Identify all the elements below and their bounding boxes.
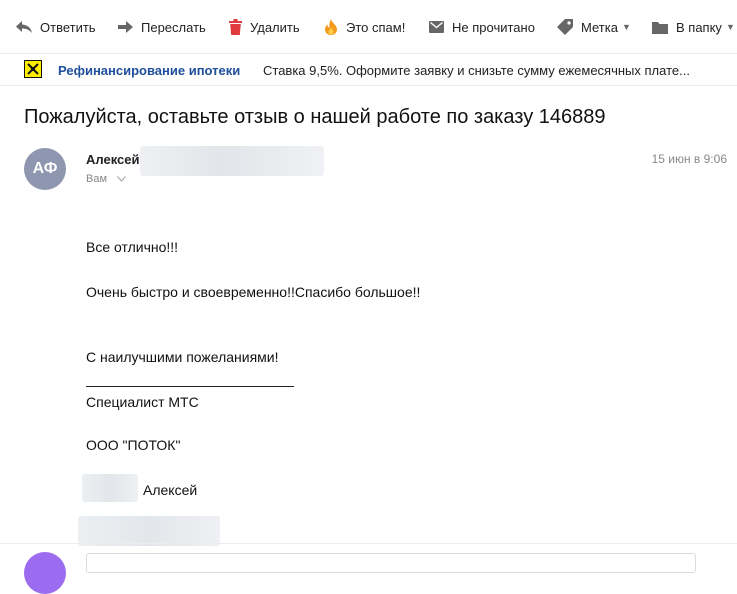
redacted-text: [82, 474, 138, 502]
message-date: 15 июн в 9:06: [651, 152, 727, 166]
avatar-initials: АФ: [32, 160, 58, 177]
message-toolbar: Ответить Переслать Удалить Это спам! Не …: [0, 0, 737, 54]
chevron-down-icon: ▼: [725, 22, 735, 32]
bank-logo-icon: [24, 60, 42, 78]
body-line: С наилучшими пожеланиями!: [86, 349, 279, 365]
divider: [0, 543, 737, 544]
body-line: ООО "ПОТОК": [86, 437, 181, 453]
ad-banner[interactable]: Рефинансирование ипотеки Ставка 9,5%. Оф…: [0, 55, 737, 86]
reply-icon: [16, 21, 32, 33]
body-line: Очень быстро и своевременно!!Спасибо бол…: [86, 284, 421, 300]
quick-reply-input[interactable]: [86, 553, 696, 573]
redacted-sender-email: [140, 146, 324, 176]
spam-button[interactable]: Это спам!: [324, 18, 405, 36]
reply-label: Ответить: [40, 19, 96, 35]
recipient-line[interactable]: Вам: [86, 173, 126, 185]
body-line: Все отлично!!!: [86, 239, 179, 255]
folder-icon: [652, 21, 668, 34]
message-subject: Пожалуйста, оставьте отзыв о нашей работ…: [24, 106, 606, 128]
delete-button[interactable]: Удалить: [229, 18, 300, 36]
signature-divider: [86, 386, 294, 387]
recipient-label: Вам: [86, 173, 108, 185]
spam-label: Это спам!: [346, 19, 406, 35]
sender-avatar[interactable]: АФ: [24, 148, 66, 190]
body-line: Алексей: [143, 482, 198, 498]
folder-label: В папку: [676, 19, 722, 35]
move-to-folder-dropdown[interactable]: В папку ▼: [652, 18, 735, 36]
ad-title[interactable]: Рефинансирование ипотеки: [58, 63, 240, 78]
body-line: Специалист МТС: [86, 394, 199, 410]
sender-name[interactable]: Алексей: [86, 152, 140, 167]
user-avatar[interactable]: [24, 552, 66, 594]
forward-label: Переслать: [141, 19, 206, 35]
reply-button[interactable]: Ответить: [16, 18, 96, 36]
mark-unread-button[interactable]: Не прочитано: [429, 18, 535, 36]
ad-text: Ставка 9,5%. Оформите заявку и снизьте с…: [263, 63, 690, 78]
forward-icon: [118, 21, 133, 33]
tag-icon: [557, 19, 573, 35]
envelope-icon: [429, 21, 444, 33]
label-dropdown[interactable]: Метка ▼: [557, 18, 631, 36]
mark-unread-label: Не прочитано: [452, 19, 535, 35]
delete-label: Удалить: [250, 19, 300, 35]
redacted-image: [78, 516, 220, 546]
forward-button[interactable]: Переслать: [118, 18, 206, 36]
fire-icon: [325, 19, 337, 35]
label-label: Метка: [581, 19, 618, 35]
chevron-down-icon: ▼: [621, 22, 631, 32]
chevron-down-icon: [117, 176, 126, 182]
trash-icon: [229, 19, 242, 35]
